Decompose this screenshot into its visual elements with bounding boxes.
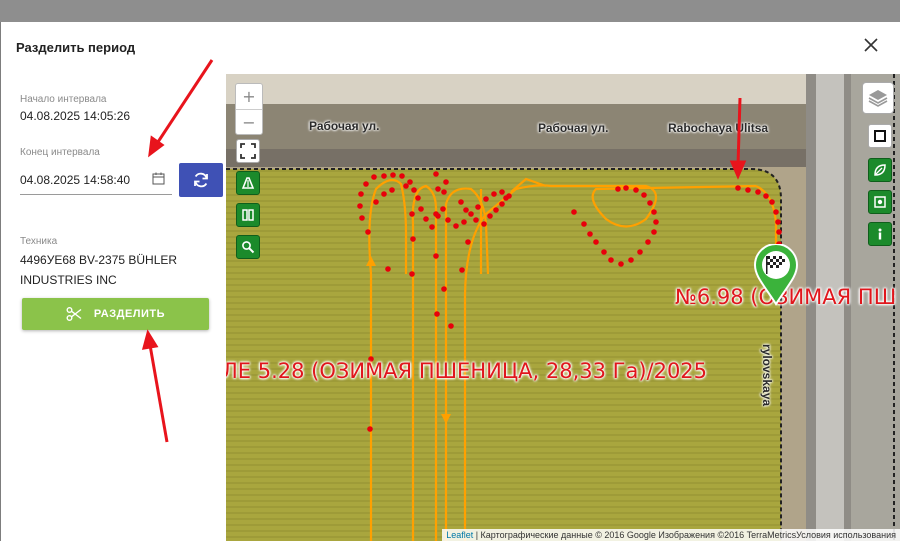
interval-start-label: Начало интервала <box>20 94 107 105</box>
finish-flag-icon <box>753 243 799 306</box>
square-icon <box>874 130 886 142</box>
split-button[interactable]: РАЗДЕЛИТЬ <box>22 298 209 330</box>
refresh-icon <box>194 172 208 188</box>
map-view[interactable]: Рабочая ул. Рабочая ул. Rabochaya Ulitsa… <box>226 74 900 541</box>
map-attribution: Leaflet | Картографические данные © 2016… <box>442 529 900 541</box>
field-label-left: ЛЕ 5.28 (ОЗИМАЯ ПШЕНИЦА, 28,33 Га)/2025 <box>226 359 708 383</box>
fullscreen-button[interactable] <box>236 139 260 163</box>
refresh-button[interactable] <box>179 163 223 197</box>
split-period-dialog: Разделить период Начало интервала 04.08.… <box>1 22 900 541</box>
zoom-out-button[interactable]: − <box>236 109 262 135</box>
finish-marker[interactable] <box>753 243 799 306</box>
background-app-strip <box>0 0 900 22</box>
close-icon <box>864 38 878 52</box>
layers-icon <box>868 90 888 107</box>
info-button[interactable] <box>868 222 892 246</box>
street-label: rylovskaya <box>760 344 774 407</box>
info-icon <box>878 228 882 240</box>
ruler-icon <box>241 177 255 189</box>
street-label: Рабочая ул. <box>538 121 609 135</box>
machine-value: 4496УЕ68 BV-2375 BÜHLER INDUSTRIES INC <box>20 253 178 287</box>
interval-end-label: Конец интервала <box>20 147 100 158</box>
interval-form: Начало интервала 04.08.2025 14:05:26 Кон… <box>1 74 225 541</box>
photo-icon <box>874 196 886 208</box>
interval-end-input[interactable] <box>20 166 172 195</box>
split-button-label: РАЗДЕЛИТЬ <box>93 308 166 320</box>
leaf-button[interactable] <box>868 158 892 182</box>
interval-start-value: 04.08.2025 14:05:26 <box>20 109 131 123</box>
leaf-icon <box>874 164 886 176</box>
layers-button[interactable] <box>862 82 894 114</box>
fullscreen-icon <box>240 143 256 159</box>
columns-icon <box>242 209 254 221</box>
calendar-icon[interactable] <box>152 172 165 185</box>
street-label: Rabochaya Ulitsa <box>668 121 769 135</box>
columns-button[interactable] <box>236 203 260 227</box>
search-button[interactable] <box>236 235 260 259</box>
machine-label: Техника <box>20 236 58 247</box>
street-label: Рабочая ул. <box>309 119 380 133</box>
search-icon <box>242 241 255 254</box>
zoom-control: + − <box>235 83 263 135</box>
zoom-in-button[interactable]: + <box>236 84 262 109</box>
attribution-text: | Картографические данные © 2016 Google … <box>473 530 896 540</box>
close-button[interactable] <box>862 36 880 54</box>
leaflet-link[interactable]: Leaflet <box>446 530 473 540</box>
square-tool-button[interactable] <box>868 124 892 148</box>
photo-button[interactable] <box>868 190 892 214</box>
ruler-button[interactable] <box>236 171 260 195</box>
scissors-icon <box>66 307 82 321</box>
dialog-title: Разделить период <box>16 40 136 55</box>
